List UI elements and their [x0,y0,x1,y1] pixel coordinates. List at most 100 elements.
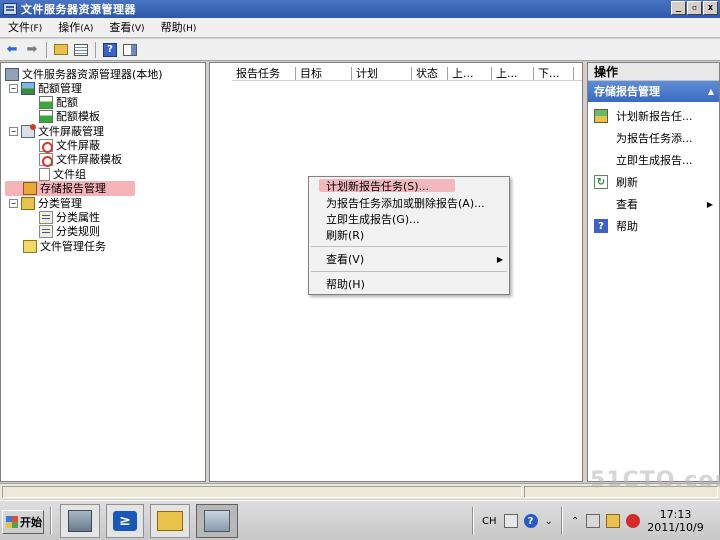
fsrm-app-icon [3,3,17,15]
schedule-report-icon [594,109,608,123]
console-tree: 文件服务器资源管理器(本地) − 配额管理 配额 配额模板 − 文件屏蔽管理 文… [0,62,206,482]
quota-icon [39,95,53,109]
action-help[interactable]: ? 帮助 [588,216,719,236]
network-icon[interactable] [586,514,601,528]
column-header-next-run[interactable]: 下... [534,67,574,80]
clock-date: 2011/10/9 [647,521,704,534]
tree-item-quota-management[interactable]: − 配额管理 [9,81,82,95]
column-header-last-run[interactable]: 上... [448,67,492,80]
ctx-refresh[interactable]: 刷新(R) [309,228,509,243]
taskbar-fsrm[interactable] [196,504,238,538]
ctx-add-remove-reports[interactable]: 为报告任务添加或删除报告(A)... [309,196,509,211]
back-arrow-icon[interactable]: ⬅ [3,41,21,59]
fsrm-icon [204,510,230,532]
tree-item-file-screen-templates[interactable]: 文件屏蔽模板 [39,152,122,167]
menu-separator [311,246,507,247]
tree-item-classification-rules[interactable]: 分类规则 [39,224,100,238]
powershell-icon: ≥ [113,511,137,531]
windows-logo-icon [6,516,18,528]
classification-property-icon [39,210,53,224]
column-header-report-task[interactable]: 报告任务 [232,67,296,80]
action-center-icon[interactable] [606,514,621,528]
toolbar-separator [46,41,47,58]
collapse-icon[interactable]: − [9,198,18,208]
action-refresh[interactable]: ↻ 刷新 [588,172,719,192]
window-title: 文件服务器资源管理器 [21,3,136,16]
collapse-icon[interactable]: − [9,83,18,93]
column-header-status[interactable]: 状态 [412,67,448,80]
collapse-icon[interactable]: − [9,126,18,136]
taskbar-explorer[interactable] [150,504,190,538]
error-icon[interactable] [626,514,641,528]
close-button[interactable]: x [703,1,718,15]
language-indicator[interactable]: CH [482,516,497,527]
ctx-help[interactable]: 帮助(H) [309,277,509,292]
tree-item-root[interactable]: 文件服务器资源管理器(本地) [5,67,163,81]
show-hide-action-pane-icon[interactable] [121,41,139,59]
tree-item-file-screens[interactable]: 文件屏蔽 [39,138,100,153]
tree-item-quotas[interactable]: 配额 [39,95,78,109]
tree-item-quota-templates[interactable]: 配额模板 [39,109,100,123]
actions-pane: 操作 存储报告管理 ▲ 计划新报告任... 为报告任务添... 立即生成报告..… [587,62,720,482]
list-column-headers: 报告任务 目标 计划 状态 上... 上... 下... [232,67,582,81]
file-screen-template-icon [39,152,53,167]
action-schedule-new-report-task[interactable]: 计划新报告任... [588,106,719,126]
classification-icon [21,196,35,210]
quota-template-icon [39,109,53,123]
column-header-last-result[interactable]: 上... [492,67,534,80]
options-icon[interactable]: ⌄ [545,516,553,527]
minimize-button[interactable]: _ [671,1,686,15]
taskbar-powershell[interactable]: ≥ [106,504,144,538]
menu-separator [311,271,507,272]
storage-report-icon [23,181,37,195]
forward-arrow-icon[interactable]: ➡ [23,41,41,59]
restore-button[interactable]: ▫ [687,1,702,15]
taskbar: 开始 ≥ CH ? ⌄ ⌃ 17:13 2011/10/9 [0,500,720,540]
action-generate-reports-now[interactable]: 立即生成报告... [588,150,719,170]
actions-section-storage-reports[interactable]: 存储报告管理 ▲ [588,81,719,102]
tree-item-file-groups[interactable]: 文件组 [39,167,86,181]
collapse-section-icon[interactable]: ▲ [708,81,714,102]
classification-rule-icon [39,224,53,238]
menu-bar: 文件(F) 操作(A) 查看(V) 帮助(H) [0,18,720,38]
ctx-generate-reports-now[interactable]: 立即生成报告(G)... [309,212,509,227]
action-add-reports[interactable]: 为报告任务添... [588,128,719,148]
menu-view[interactable]: 查看(V) [101,18,152,38]
help-icon[interactable]: ? [523,514,538,528]
file-screening-management-icon [21,123,36,138]
tree-item-file-management-tasks[interactable]: 文件管理任务 [23,239,106,253]
refresh-icon: ↻ [594,175,608,189]
submenu-arrow-icon: ▶ [706,199,713,209]
clock-time: 17:13 [659,508,692,521]
toolbar-separator [95,41,96,58]
menu-help[interactable]: 帮助(H) [153,18,205,38]
keyboard-icon[interactable] [503,514,518,528]
server-manager-icon [68,510,92,532]
folder-icon [157,511,183,531]
show-hidden-icons-icon[interactable]: ⌃ [571,516,579,527]
toolbar: ⬅ ➡ ? [0,39,720,61]
file-group-icon [39,167,50,181]
file-management-task-icon [23,239,37,253]
clock[interactable]: 17:13 2011/10/9 [647,508,703,534]
ctx-view[interactable]: 查看(V) ▶ [309,252,509,267]
window-controls: _ ▫ x [671,1,718,15]
tree-item-file-screening-management[interactable]: − 文件屏蔽管理 [9,123,104,138]
help-icon[interactable]: ? [101,41,119,59]
column-header-target[interactable]: 目标 [296,67,352,80]
column-header-schedule[interactable]: 计划 [352,67,412,80]
taskbar-server-manager[interactable] [60,504,100,538]
tree-item-classification-management[interactable]: − 分类管理 [9,196,82,210]
tree-item-classification-properties[interactable]: 分类属性 [39,210,100,224]
ctx-schedule-new-report-task[interactable]: 计划新报告任务(S)... [309,179,509,194]
tree-item-storage-reports[interactable]: 存储报告管理 [23,181,106,195]
up-folder-icon[interactable] [52,41,70,59]
submenu-arrow-icon: ▶ [496,255,503,264]
start-button[interactable]: 开始 [2,510,44,534]
taskbar-separator [560,507,563,535]
menu-file[interactable]: 文件(F) [0,18,50,38]
show-hide-tree-icon[interactable] [72,41,90,59]
menu-action[interactable]: 操作(A) [50,18,101,38]
system-tray: CH ? ⌄ ⌃ 17:13 2011/10/9 [472,504,720,538]
action-view[interactable]: 查看 ▶ [588,194,719,214]
